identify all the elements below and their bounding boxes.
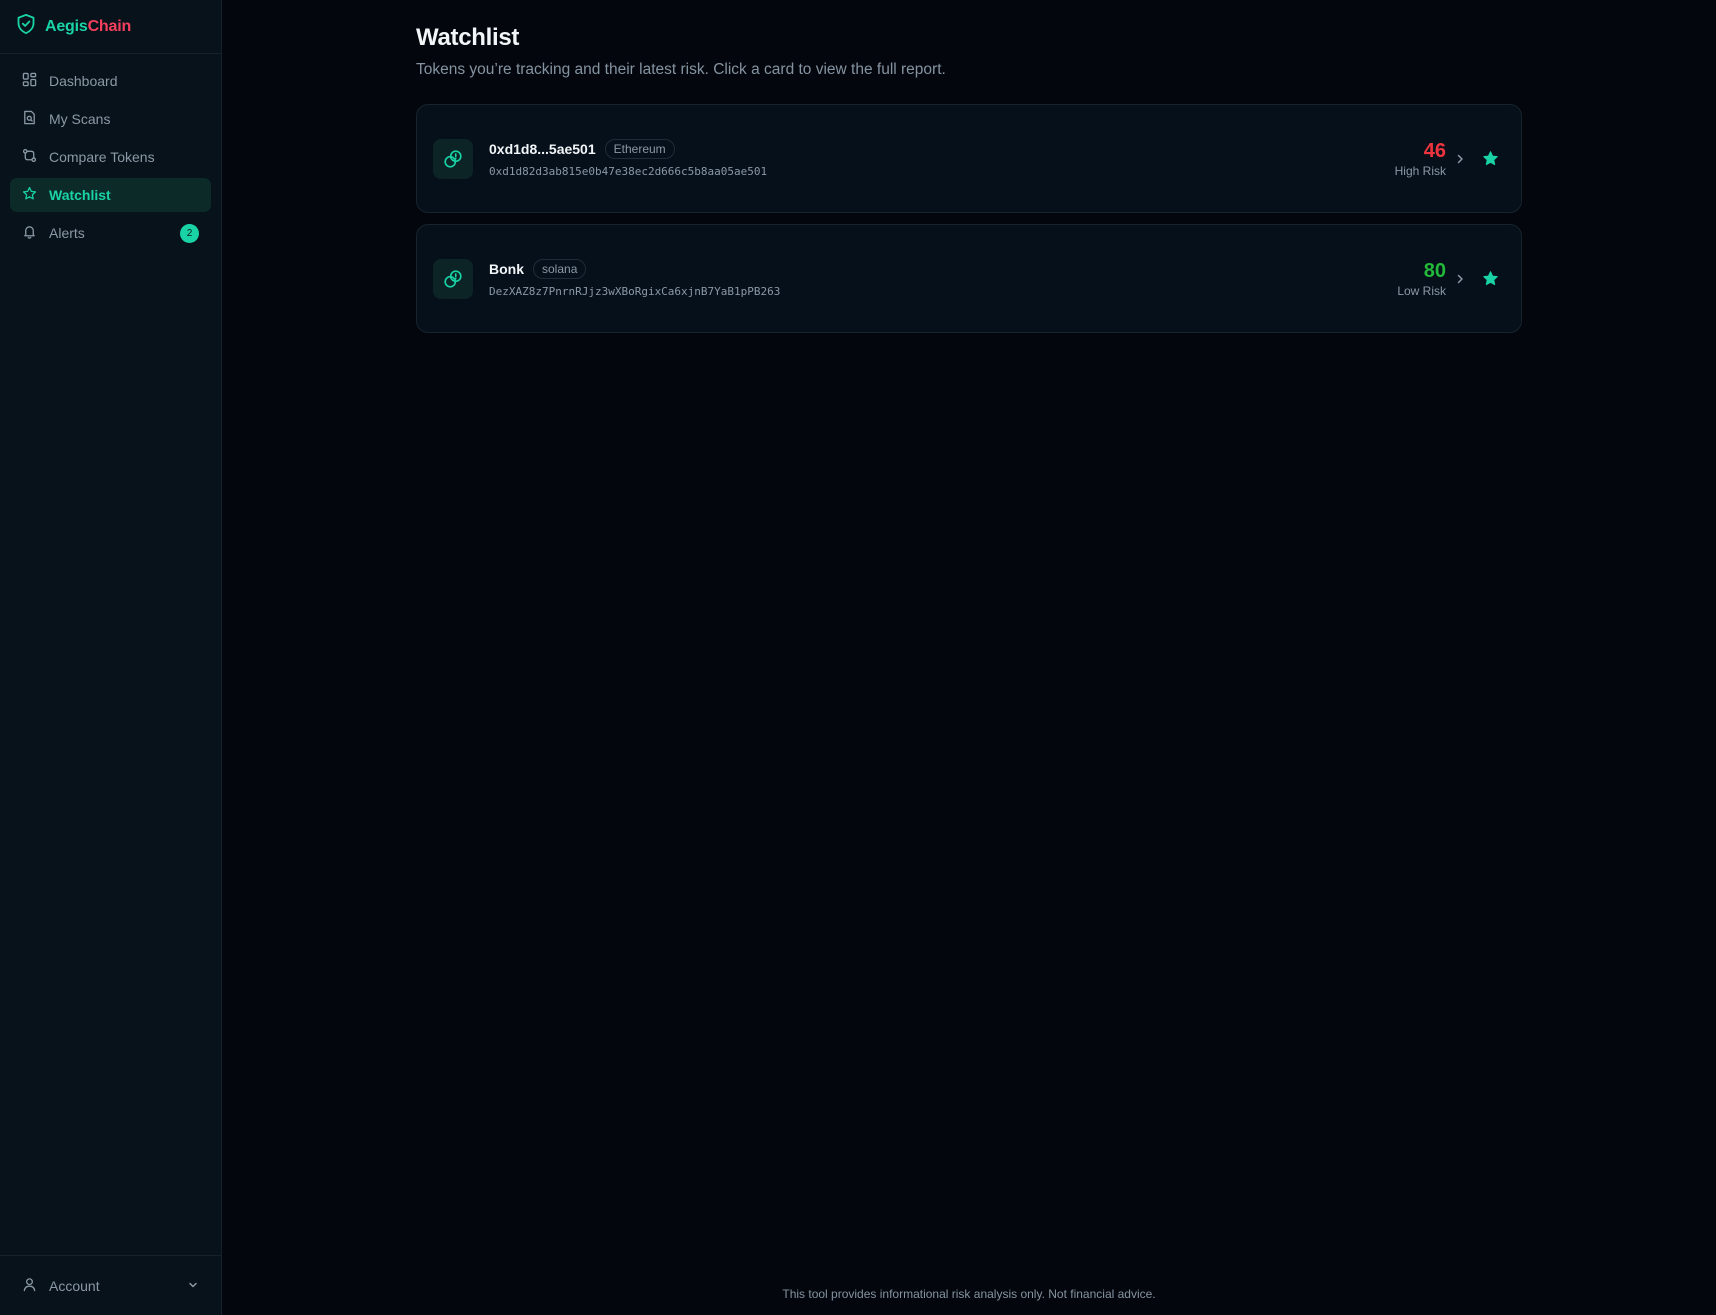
- bell-icon: [22, 224, 37, 242]
- chevron-right-icon: [1455, 273, 1465, 285]
- chevron-right-icon: [1455, 153, 1465, 165]
- star-filled-icon: [1483, 151, 1498, 166]
- disclaimer-footer: This tool provides informational risk an…: [782, 1287, 1156, 1301]
- sidebar: AegisChain Dashboard My Scans Compare To…: [0, 0, 222, 1315]
- grid-icon: [22, 72, 37, 90]
- star-filled-icon: [1483, 271, 1498, 286]
- sidebar-item-label: Compare Tokens: [49, 149, 155, 165]
- sidebar-item-watchlist[interactable]: Watchlist: [10, 178, 211, 212]
- page-title: Watchlist: [416, 24, 520, 51]
- chain-badge: Ethereum: [604, 139, 675, 159]
- account-menu[interactable]: Account: [0, 1255, 221, 1315]
- watchlist-cards: 0xd1d8...5ae501 Ethereum 0xd1d82d3ab815e…: [416, 104, 1522, 333]
- shield-check-icon: [16, 13, 36, 40]
- brand[interactable]: AegisChain: [0, 0, 221, 54]
- git-compare-icon: [22, 148, 37, 166]
- token-header: 0xd1d8...5ae501 Ethereum: [489, 139, 767, 159]
- token-name: 0xd1d8...5ae501: [489, 141, 596, 157]
- app-root: AegisChain Dashboard My Scans Compare To…: [0, 0, 1716, 1315]
- sidebar-item-dashboard[interactable]: Dashboard: [10, 64, 211, 98]
- page-subtitle: Tokens you’re tracking and their latest …: [416, 61, 946, 78]
- account-label: Account: [49, 1277, 100, 1294]
- sidebar-item-compare-tokens[interactable]: Compare Tokens: [10, 140, 211, 174]
- watchlist-card[interactable]: Bonk solana DezXAZ8z7PnrnRJjz3wXBoRgixCa…: [416, 224, 1522, 333]
- unwatch-star-button[interactable]: [1482, 270, 1499, 287]
- star-icon: [22, 186, 37, 204]
- token-name: Bonk: [489, 261, 524, 277]
- user-icon: [22, 1277, 37, 1295]
- main-content: Watchlist Tokens you’re tracking and the…: [222, 0, 1716, 1315]
- brand-name: AegisChain: [45, 18, 131, 36]
- token-address: DezXAZ8z7PnrnRJjz3wXBoRgixCa6xjnB7YaB1pP…: [489, 285, 781, 298]
- sidebar-item-my-scans[interactable]: My Scans: [10, 102, 211, 136]
- token-link-icon: [433, 138, 473, 179]
- alerts-count-badge: 2: [180, 224, 199, 243]
- brand-name-part2: Chain: [87, 17, 132, 35]
- brand-name-part1: Aegis: [45, 17, 88, 35]
- token-link-icon: [433, 258, 473, 299]
- risk-score: 80: [1423, 259, 1446, 282]
- risk-summary: 80 Low Risk: [1397, 260, 1446, 298]
- sidebar-item-label: Alerts: [49, 225, 85, 241]
- chain-badge: solana: [533, 259, 587, 279]
- sidebar-item-label: Watchlist: [49, 187, 111, 203]
- risk-summary: 46 High Risk: [1395, 140, 1446, 178]
- token-header: Bonk solana: [489, 259, 780, 279]
- watchlist-section: Watchlist Tokens you’re tracking and the…: [416, 24, 1522, 333]
- unwatch-star-button[interactable]: [1482, 150, 1499, 167]
- risk-label: Low Risk: [1397, 283, 1446, 298]
- sidebar-item-label: My Scans: [49, 111, 111, 127]
- watchlist-card[interactable]: 0xd1d8...5ae501 Ethereum 0xd1d82d3ab815e…: [416, 104, 1522, 213]
- token-info: 0xd1d8...5ae501 Ethereum 0xd1d82d3ab815e…: [489, 139, 767, 178]
- token-address: 0xd1d82d3ab815e0b47e38ec2d666c5b8aa05ae5…: [489, 165, 768, 178]
- risk-score: 46: [1423, 139, 1446, 162]
- token-info: Bonk solana DezXAZ8z7PnrnRJjz3wXBoRgixCa…: [489, 259, 780, 298]
- sidebar-nav: Dashboard My Scans Compare Tokens Watchl…: [0, 54, 221, 260]
- risk-label: High Risk: [1394, 163, 1446, 178]
- file-search-icon: [22, 110, 37, 128]
- chevron-down-icon: [187, 1278, 199, 1294]
- sidebar-item-label: Dashboard: [49, 73, 118, 89]
- sidebar-item-alerts[interactable]: Alerts 2: [10, 216, 211, 250]
